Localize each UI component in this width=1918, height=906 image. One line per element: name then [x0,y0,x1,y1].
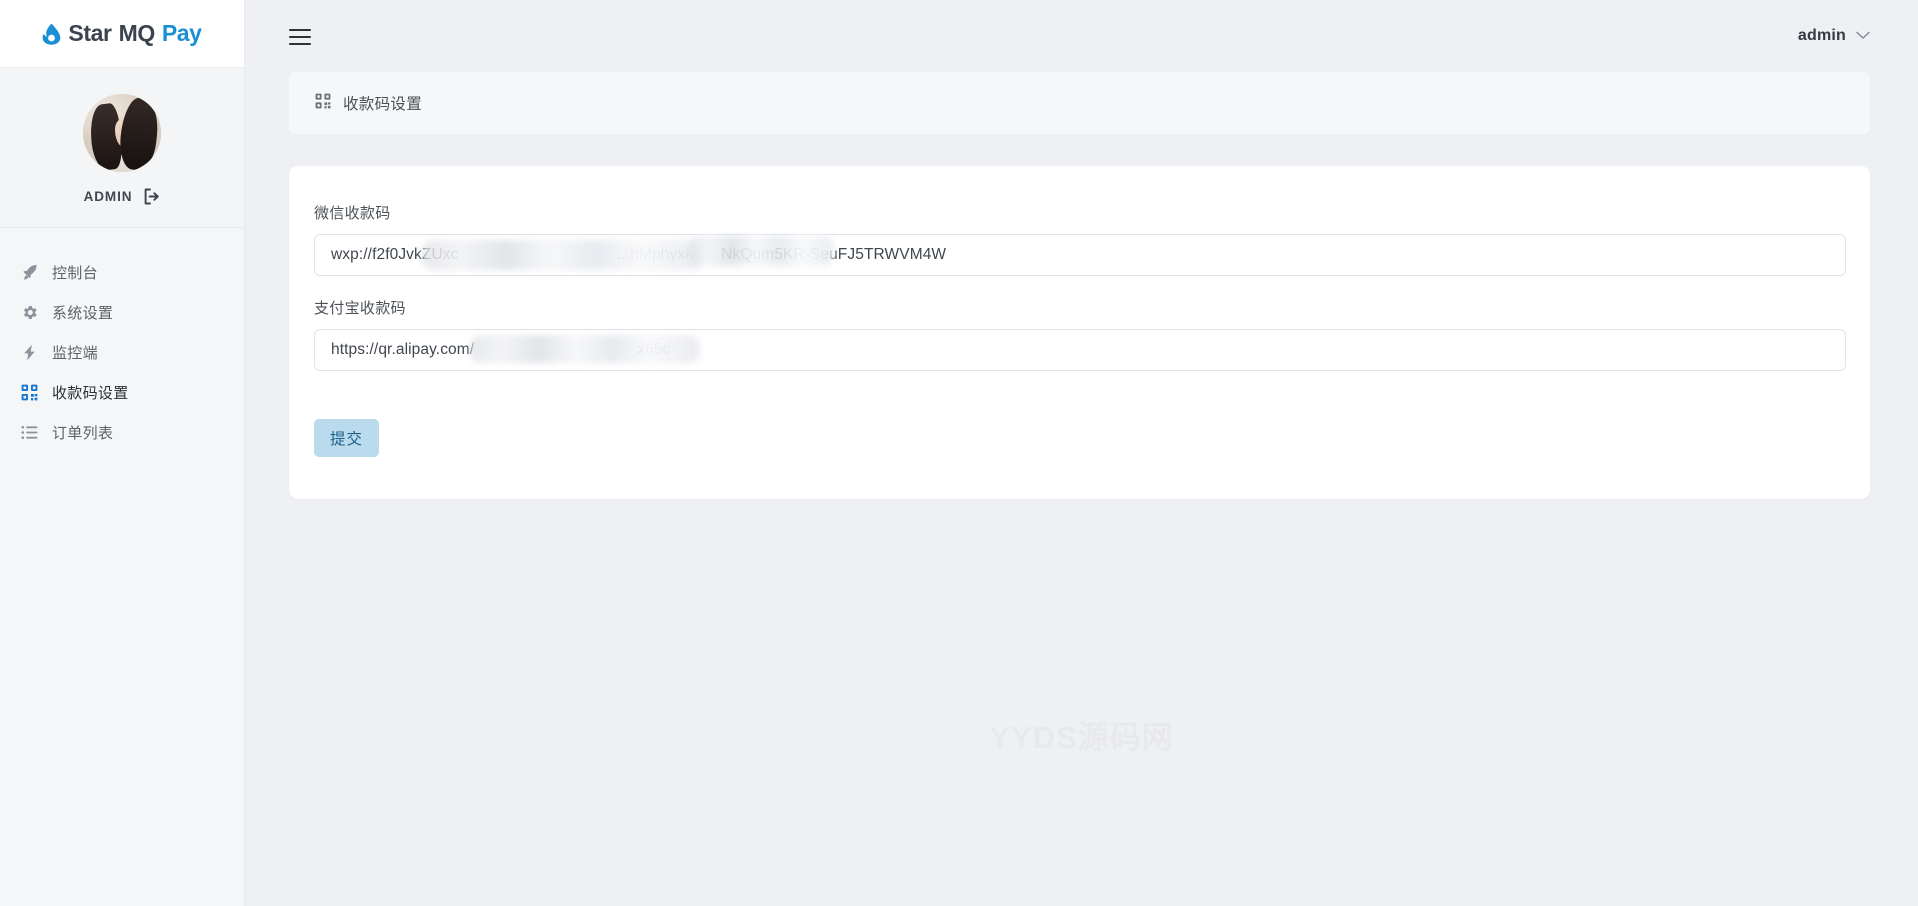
watermark: YYDS源码网 [245,712,1918,757]
sidebar: Star MQ Pay ADMIN [0,0,245,906]
wechat-input-wrap [314,234,1846,276]
app-root: Star MQ Pay ADMIN [0,0,1918,906]
qrcode-icon [315,93,331,114]
field-alipay-code: 支付宝收款码 [314,297,1846,371]
page-content: 收款码设置 微信收款码 支付宝收款码 [245,72,1918,499]
page-header-card: 收款码设置 [289,72,1870,134]
hamburger-bar [289,43,311,45]
brand-name-star: Star [68,20,111,47]
bolt-icon [20,343,38,361]
field-label-wechat: 微信收款码 [314,202,1846,223]
sidebar-item-label: 收款码设置 [52,382,129,403]
hamburger-icon[interactable] [289,27,311,45]
hamburger-bar [289,36,311,38]
gear-icon [20,303,38,321]
wechat-code-input[interactable] [314,234,1846,276]
sidebar-item-system-settings[interactable]: 系统设置 [0,292,244,332]
brand-logo[interactable]: Star MQ Pay [0,0,244,68]
sidebar-item-label: 控制台 [52,262,98,283]
field-label-alipay: 支付宝收款码 [314,297,1846,318]
topbar: admin [245,0,1918,72]
brand-logo-text: Star MQ Pay [42,20,201,47]
alipay-input-wrap [314,329,1846,371]
payment-code-form-card: 微信收款码 支付宝收款码 提交 [289,166,1870,499]
sidebar-item-monitor[interactable]: 监控端 [0,332,244,372]
user-menu-label: admin [1798,27,1846,45]
flame-icon [42,23,61,45]
sidebar-item-dashboard[interactable]: 控制台 [0,252,244,292]
sidebar-nav: 控制台 系统设置 监控端 [0,228,244,452]
sidebar-item-label: 系统设置 [52,302,113,323]
user-menu[interactable]: admin [1798,27,1870,45]
profile-name-row: ADMIN [84,188,161,205]
hamburger-bar [289,29,311,31]
main-area: admin [245,0,1918,906]
sidebar-item-order-list[interactable]: 订单列表 [0,412,244,452]
qrcode-icon [20,383,38,401]
alipay-code-input[interactable] [314,329,1846,371]
avatar [83,94,161,172]
rocket-icon [20,263,38,281]
chevron-down-icon [1856,27,1870,45]
sidebar-item-label: 监控端 [52,342,98,363]
list-icon [20,423,38,441]
page-title: 收款码设置 [343,92,422,114]
brand-name-mq: MQ [119,20,155,47]
sidebar-item-payment-code-settings[interactable]: 收款码设置 [0,372,244,412]
submit-button[interactable]: 提交 [314,419,379,457]
sidebar-item-label: 订单列表 [52,422,113,443]
sign-out-icon[interactable] [143,188,160,205]
profile-name: ADMIN [84,189,133,204]
field-wechat-code: 微信收款码 [314,202,1846,276]
brand-name-pay: Pay [162,20,202,47]
sidebar-profile: ADMIN [0,68,244,228]
